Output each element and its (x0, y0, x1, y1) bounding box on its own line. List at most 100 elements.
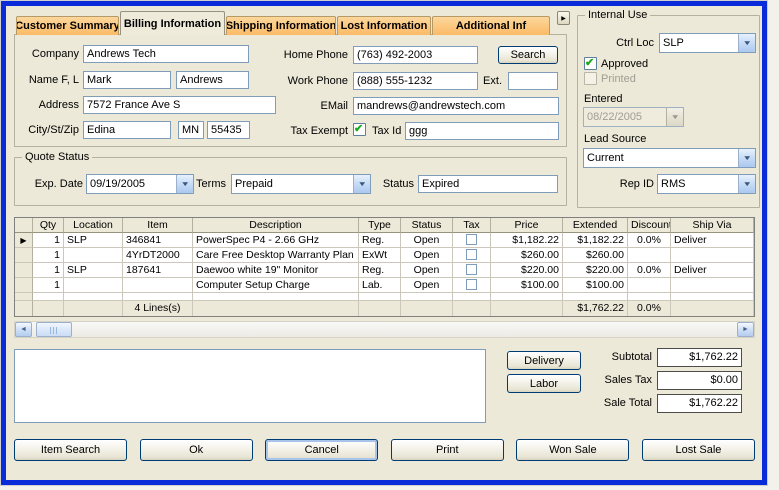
search-button[interactable]: Search (498, 46, 558, 64)
approved-checkbox[interactable] (584, 57, 597, 70)
grid-header-row: Qty Location Item Description Type Statu… (15, 218, 754, 233)
rep-id-label: Rep ID (588, 178, 654, 191)
home-phone-field[interactable]: (763) 492-2003 (353, 46, 478, 64)
app-window: Customer Summary Billing Information Shi… (1, 1, 767, 485)
terms-combobox[interactable]: Prepaid (231, 174, 371, 194)
cell-discount: 0.0% (628, 233, 671, 248)
ok-button[interactable]: Ok (140, 439, 253, 461)
cell-description: Computer Setup Charge (193, 278, 359, 293)
tab-shipping-information[interactable]: Shipping Information (226, 16, 336, 35)
subtotal-value: $1,762.22 (657, 348, 742, 367)
client-area: Customer Summary Billing Information Shi… (6, 6, 762, 480)
tab-scroll-right-icon[interactable] (557, 11, 570, 25)
tab-additional-information[interactable]: Additional Inf (432, 16, 550, 35)
tax-exempt-checkbox[interactable] (353, 123, 366, 136)
cell-qty: 1 (33, 233, 64, 248)
terms-label: Terms (175, 178, 226, 191)
address-label: Address (15, 99, 79, 112)
scroll-right-icon[interactable] (737, 322, 754, 337)
city-state-zip-label: City/St/Zip (15, 124, 79, 137)
tab-lost-information[interactable]: Lost Information (337, 16, 431, 35)
scrollbar-thumb[interactable] (36, 322, 72, 337)
address-field[interactable]: 7572 France Ave S (83, 96, 276, 114)
tax-checkbox[interactable] (466, 249, 477, 260)
print-button[interactable]: Print (391, 439, 504, 461)
chevron-down-icon[interactable] (738, 149, 755, 167)
sale-total-label: Sale Total (562, 397, 652, 410)
quote-status-title: Quote Status (22, 151, 92, 164)
tab-billing-information[interactable]: Billing Information (120, 11, 225, 35)
cancel-button[interactable]: Cancel (265, 439, 378, 461)
row-arrow-icon (20, 234, 26, 246)
subtotal-label: Subtotal (562, 351, 652, 364)
ctrl-loc-combobox[interactable]: SLP (659, 33, 756, 53)
discount-total: 0.0% (628, 301, 671, 316)
entered-label: Entered (584, 93, 623, 106)
cell-item (123, 278, 193, 293)
state-field[interactable]: MN (178, 121, 204, 139)
cell-location: SLP (64, 233, 123, 248)
cell-extended: $1,182.22 (563, 233, 628, 248)
cell-item: 187641 (123, 263, 193, 278)
cell-status: Open (401, 263, 453, 278)
column-header-description: Description (193, 218, 359, 233)
name-label: Name F, L (15, 74, 79, 87)
lead-source-value: Current (584, 149, 738, 167)
table-row[interactable]: 1 4YrDT2000 Care Free Desktop Warranty P… (15, 248, 754, 263)
cell-item: 346841 (123, 233, 193, 248)
chevron-down-icon[interactable] (738, 34, 755, 52)
column-header-item: Item (123, 218, 193, 233)
tab-strip: Customer Summary Billing Information Shi… (16, 11, 551, 35)
email-field[interactable]: mandrews@andrewstech.com (353, 97, 559, 115)
column-header-extended: Extended (563, 218, 628, 233)
chevron-down-icon[interactable] (738, 175, 755, 193)
work-phone-field[interactable]: (888) 555-1232 (353, 72, 478, 90)
table-row[interactable]: 1 SLP 187641 Daewoo white 19" Monitor Re… (15, 263, 754, 278)
cell-item: 4YrDT2000 (123, 248, 193, 263)
cell-type: Reg. (359, 233, 401, 248)
city-field[interactable]: Edina (83, 121, 171, 139)
zip-field[interactable]: 55435 (207, 121, 250, 139)
tax-id-field[interactable]: ggg (405, 122, 559, 140)
row-selector (15, 248, 33, 263)
home-phone-label: Home Phone (255, 49, 348, 62)
cell-discount: 0.0% (628, 263, 671, 278)
cell-location (64, 278, 123, 293)
notes-textarea[interactable] (14, 349, 486, 423)
status-field[interactable]: Expired (418, 175, 558, 193)
ext-field[interactable] (508, 72, 558, 90)
tab-customer-summary[interactable]: Customer Summary (16, 16, 119, 35)
rep-id-combobox[interactable]: RMS (657, 174, 756, 194)
column-header-type: Type (359, 218, 401, 233)
won-sale-button[interactable]: Won Sale (516, 439, 629, 461)
last-name-field[interactable]: Andrews (176, 71, 249, 89)
column-header-tax: Tax (453, 218, 491, 233)
column-header-shipvia: Ship Via (671, 218, 754, 233)
cell-shipvia (671, 278, 754, 293)
scroll-left-icon[interactable] (15, 322, 32, 337)
internal-use-title: Internal Use (585, 9, 650, 22)
cell-price: $1,182.22 (491, 233, 563, 248)
tax-checkbox[interactable] (466, 264, 477, 275)
lead-source-combobox[interactable]: Current (583, 148, 756, 168)
lost-sale-button[interactable]: Lost Sale (642, 439, 755, 461)
first-name-field[interactable]: Mark (83, 71, 171, 89)
cell-shipvia: Deliver (671, 263, 754, 278)
ext-label: Ext. (481, 75, 502, 88)
table-row[interactable]: 1 SLP 346841 PowerSpec P4 - 2.66 GHz Reg… (15, 233, 754, 248)
item-search-button[interactable]: Item Search (14, 439, 127, 461)
column-header-status: Status (401, 218, 453, 233)
work-phone-label: Work Phone (255, 75, 348, 88)
company-field[interactable]: Andrews Tech (83, 45, 249, 63)
terms-value: Prepaid (232, 175, 353, 193)
tax-checkbox[interactable] (466, 234, 477, 245)
cell-extended: $220.00 (563, 263, 628, 278)
column-header-location: Location (64, 218, 123, 233)
cell-tax (453, 248, 491, 263)
ctrl-loc-label: Ctrl Loc (588, 37, 654, 50)
grid-horizontal-scrollbar[interactable] (14, 321, 755, 338)
table-row[interactable]: 1 Computer Setup Charge Lab. Open $100.0… (15, 278, 754, 293)
cell-description: Daewoo white 19" Monitor (193, 263, 359, 278)
cell-discount (628, 278, 671, 293)
tax-checkbox[interactable] (466, 279, 477, 290)
